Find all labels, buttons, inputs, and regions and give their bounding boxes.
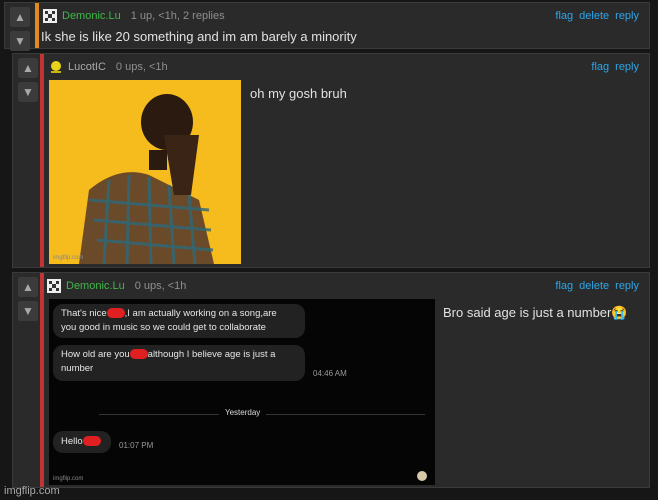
upvote-button[interactable]: ▲ xyxy=(18,277,38,297)
avatar xyxy=(43,9,57,23)
comment-meta: 1 up, <1h, 2 replies xyxy=(130,10,225,22)
redaction-mark xyxy=(129,349,148,360)
message-text: Hello xyxy=(61,436,83,447)
meme-image[interactable]: imgflip.com xyxy=(49,80,241,264)
comment-text: oh my gosh bruh xyxy=(250,86,347,101)
upvote-button[interactable]: ▲ xyxy=(10,7,30,27)
comment-2: ▲ ▼ LucotIC 0 ups, <1h flag reply imgfli… xyxy=(12,53,650,268)
arrow-up-icon: ▲ xyxy=(22,280,34,294)
message-text: That's nice xyxy=(61,308,107,319)
delete-link[interactable]: delete xyxy=(579,280,609,292)
reply-link[interactable]: reply xyxy=(615,61,639,73)
image-watermark: imgflip.com xyxy=(53,255,84,261)
avatar xyxy=(51,61,61,73)
arrow-down-icon: ▼ xyxy=(14,34,26,48)
message-text: How old are you xyxy=(61,349,130,360)
flag-link[interactable]: flag xyxy=(555,280,573,292)
username-link[interactable]: Demonic.Lu xyxy=(62,10,121,22)
downvote-button[interactable]: ▼ xyxy=(18,82,38,102)
op-indicator-bar xyxy=(35,3,39,48)
comment-text: Ik she is like 20 something and im am ba… xyxy=(41,29,357,44)
imgflip-watermark: imgflip.com xyxy=(4,485,60,497)
imgflip-badge-icon xyxy=(417,471,427,481)
arrow-down-icon: ▼ xyxy=(22,304,34,318)
comment-header: Demonic.Lu 1 up, <1h, 2 replies flag del… xyxy=(43,7,639,25)
comment-meta: 0 ups, <1h xyxy=(134,280,187,292)
reply-link[interactable]: reply xyxy=(615,280,639,292)
comment-actions: flag reply xyxy=(591,61,639,73)
downvote-button[interactable]: ▼ xyxy=(10,31,30,51)
username-link[interactable]: Demonic.Lu xyxy=(66,280,125,292)
flag-link[interactable]: flag xyxy=(555,10,573,22)
arrow-up-icon: ▲ xyxy=(14,10,26,24)
comment-1: ▲ ▼ Demonic.Lu 1 up, <1h, 2 replies flag… xyxy=(4,2,650,51)
chat-bubble: How old are you although I believe age is… xyxy=(53,345,305,381)
downvote-button[interactable]: ▼ xyxy=(18,301,38,321)
vote-controls: ▲ ▼ xyxy=(13,54,43,104)
reply-link[interactable]: reply xyxy=(615,10,639,22)
facepalm-man-illustration xyxy=(49,80,241,264)
comment-header: Demonic.Lu 0 ups, <1h flag delete reply xyxy=(47,277,639,295)
vote-controls: ▲ ▼ xyxy=(5,3,35,53)
arrow-down-icon: ▼ xyxy=(22,85,34,99)
reply-indicator-bar xyxy=(40,273,44,487)
message-text: you good in music so we could get to col… xyxy=(61,322,266,333)
message-timestamp: 04:46 AM xyxy=(313,369,347,378)
vote-controls: ▲ ▼ xyxy=(13,273,43,323)
upvote-button[interactable]: ▲ xyxy=(18,58,38,78)
message-text: number xyxy=(61,363,94,374)
chat-screenshot-image[interactable]: That's nice ,I am actually working on a s… xyxy=(49,299,435,485)
comment-text: Bro said age is just a number😭 xyxy=(443,305,628,321)
comment-header: LucotIC 0 ups, <1h flag reply xyxy=(49,58,639,76)
flag-link[interactable]: flag xyxy=(591,61,609,73)
redaction-mark xyxy=(82,436,101,447)
message-text: although I believe age is just a xyxy=(147,349,276,360)
message-text: ,I am actually working on a song,are xyxy=(124,308,277,319)
delete-link[interactable]: delete xyxy=(579,10,609,22)
reply-indicator-bar xyxy=(40,54,44,267)
chat-bubble: That's nice ,I am actually working on a s… xyxy=(53,304,305,338)
image-watermark: imgflip.com xyxy=(53,476,84,482)
comment-meta: 0 ups, <1h xyxy=(115,61,168,73)
avatar xyxy=(47,279,61,293)
comment-actions: flag delete reply xyxy=(555,10,639,22)
crying-emoji-icon: 😭 xyxy=(611,305,628,320)
date-separator-label: Yesterday xyxy=(219,408,267,417)
comment-actions: flag delete reply xyxy=(555,280,639,292)
username-link[interactable]: LucotIC xyxy=(68,61,106,73)
redaction-mark xyxy=(106,308,125,319)
comment-text-body: Bro said age is just a number xyxy=(443,305,612,320)
message-timestamp: 01:07 PM xyxy=(119,441,154,450)
arrow-up-icon: ▲ xyxy=(22,61,34,75)
comment-3: ▲ ▼ Demonic.Lu 0 ups, <1h flag delete re… xyxy=(12,272,650,488)
chat-bubble: Hello xyxy=(53,431,111,453)
